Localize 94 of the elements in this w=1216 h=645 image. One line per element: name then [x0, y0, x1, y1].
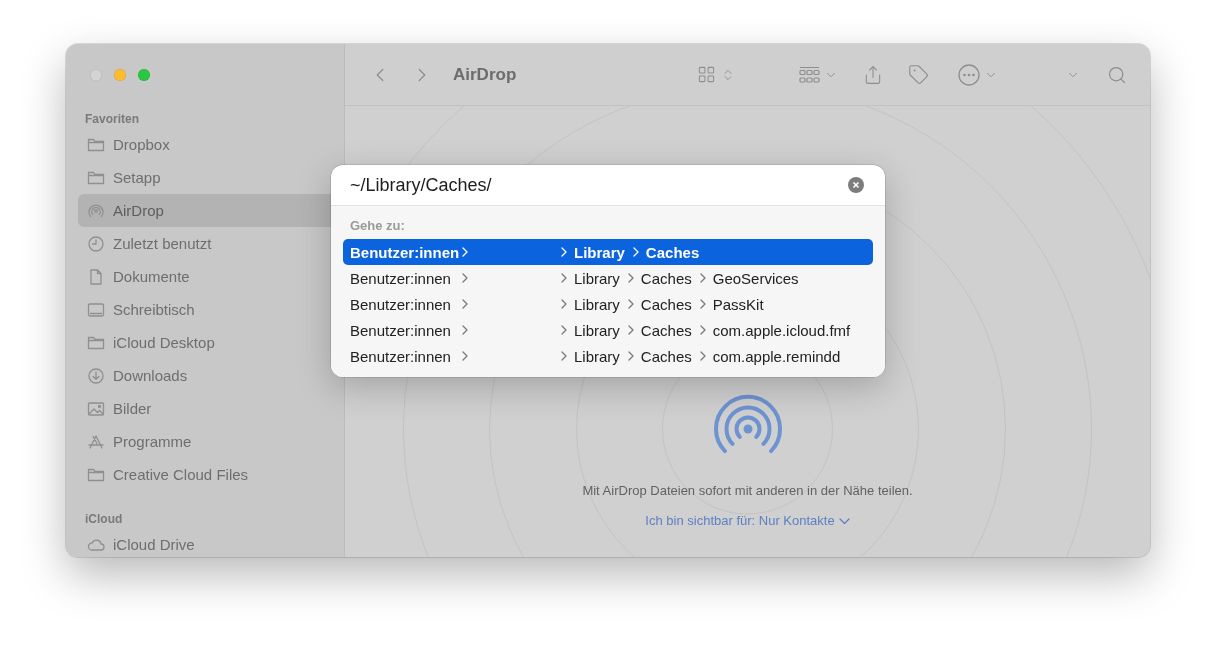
section-label: Gehe zu:	[349, 218, 406, 234]
sidebar-item-label: Setapp	[113, 169, 161, 186]
sidebar-item-label: Dokumente	[113, 268, 190, 285]
sidebar-item-label: Bilder	[113, 400, 152, 417]
path-suggestion[interactable]: Benutzer:innen Library Caches com.apple.icloud.fmf	[343, 317, 873, 343]
clear-icon[interactable]	[848, 177, 864, 193]
folder-name: Benutzer:innen	[350, 295, 452, 313]
sidebar-item[interactable]: Bilder	[78, 392, 336, 425]
clock-icon	[87, 235, 105, 252]
path-input-field[interactable]: ~/Library/Caches/	[350, 174, 848, 196]
sidebar-item[interactable]: Zuletzt benutzt	[78, 227, 336, 260]
folder-icon	[87, 169, 105, 186]
sidebar-item[interactable]: Setapp	[78, 161, 336, 194]
sidebar-item-label: Downloads	[113, 367, 188, 384]
chevron-icon	[462, 325, 468, 335]
sidebar-item-label: Creative Cloud Files	[113, 466, 249, 483]
signal-arcs-icon	[87, 202, 105, 219]
window-title: AirDrop	[453, 64, 517, 85]
airdrop-message: Mit AirDrop Dateien sofort mit anderen in der Nähe teilen.	[582, 483, 913, 499]
folder-name: Caches	[640, 295, 692, 313]
chevron-icon	[699, 351, 706, 361]
sidebar-item[interactable]: Dropbox	[78, 128, 336, 161]
sidebar-item-label: AirDrop	[113, 202, 164, 219]
sidebar-item[interactable]: Creative Cloud Files	[78, 458, 336, 491]
chevron-icon	[627, 299, 634, 309]
folder-name: Caches	[645, 243, 700, 261]
sidebar-item-label: Programme	[113, 433, 192, 450]
chevron-icon	[462, 299, 468, 309]
folder-name: Library	[574, 347, 620, 365]
chevron-icon	[699, 299, 706, 309]
folder-icon	[87, 466, 105, 483]
folder-name: GeoServices	[712, 269, 799, 287]
folder-name: Library	[574, 321, 620, 339]
folder-name: Benutzer:innen	[350, 269, 452, 287]
folder-name: Library	[574, 269, 620, 287]
path-suggestion[interactable]: Benutzer:innen Library Caches	[343, 239, 873, 265]
chevron-down-icon	[838, 517, 850, 525]
sidebar-item-label: Schreibtisch	[113, 301, 195, 318]
chevron-icon	[632, 247, 639, 257]
chevron-icon	[561, 247, 567, 257]
chevron-icon	[462, 351, 468, 361]
chevron-icon	[462, 273, 468, 283]
chevron-icon	[561, 299, 567, 309]
sidebar-item-label: iCloud Drive	[113, 536, 195, 553]
folder-name: Library	[574, 295, 620, 313]
sidebar-item[interactable]: Downloads	[78, 359, 336, 392]
sidebar-item-label: Zuletzt benutzt	[113, 235, 212, 252]
folder-name: Caches	[640, 347, 692, 365]
folder-icon	[87, 334, 105, 351]
download-icon	[87, 367, 105, 384]
sidebar-item[interactable]: iCloud Desktop	[78, 326, 336, 359]
folder-name: Benutzer:innen	[350, 321, 452, 339]
letter-a-icon	[87, 433, 105, 450]
chevron-icon	[699, 273, 706, 283]
grid-view-icon[interactable]	[697, 65, 716, 84]
visibility-menu[interactable]: Ich bin sichtbar für: Nur Kontakte	[645, 513, 850, 529]
folder-icon	[87, 136, 105, 153]
section-title: Favoriten	[85, 112, 140, 126]
chevron-icon	[561, 273, 567, 283]
path-suggestion[interactable]: Benutzer:innen Library Caches com.apple.remindd	[343, 343, 873, 369]
document-icon	[87, 268, 105, 285]
folder-name: Library	[574, 243, 625, 261]
chevron-icon	[699, 325, 706, 335]
share-icon[interactable]	[863, 64, 883, 85]
minimize-button[interactable]	[114, 69, 126, 81]
sidebar-item[interactable]: Programme	[78, 425, 336, 458]
folder-name: Benutzer:innen	[350, 243, 461, 261]
folder-name: PassKit	[712, 295, 764, 313]
folder-name: com.apple.remindd	[712, 347, 841, 365]
chevron-icon	[627, 273, 634, 283]
sidebar-item-label: Dropbox	[113, 136, 170, 153]
chevron-icon	[561, 351, 567, 361]
path-suggestion[interactable]: Benutzer:innen Library Caches PassKit	[343, 291, 873, 317]
sidebar-item[interactable]: iCloud Drive	[78, 528, 336, 557]
folder-name: Caches	[640, 321, 692, 339]
chevron-icon	[627, 325, 634, 335]
tag-icon[interactable]	[908, 64, 929, 85]
section-title: iCloud	[85, 512, 124, 526]
sidebar-item[interactable]: Schreibtisch	[78, 293, 336, 326]
monitor-icon	[87, 301, 105, 318]
chevron-icon	[627, 351, 634, 361]
chevron-icon	[561, 325, 567, 335]
ellipsis-circle-icon[interactable]	[958, 63, 980, 86]
folder-name: Benutzer:innen	[350, 347, 452, 365]
sidebar-item-label: iCloud Desktop	[113, 334, 215, 351]
grouped-rows-icon[interactable]	[799, 65, 820, 84]
search-icon[interactable]	[1107, 64, 1127, 85]
folder-name: com.apple.icloud.fmf	[712, 321, 851, 339]
chevron-icon	[462, 247, 468, 257]
folder-name: Caches	[640, 269, 692, 287]
sidebar-item[interactable]: Dokumente	[78, 260, 336, 293]
path-suggestion[interactable]: Benutzer:innen Library Caches GeoServices	[343, 265, 873, 291]
image-icon	[87, 400, 105, 417]
zoom-button[interactable]	[138, 69, 150, 81]
